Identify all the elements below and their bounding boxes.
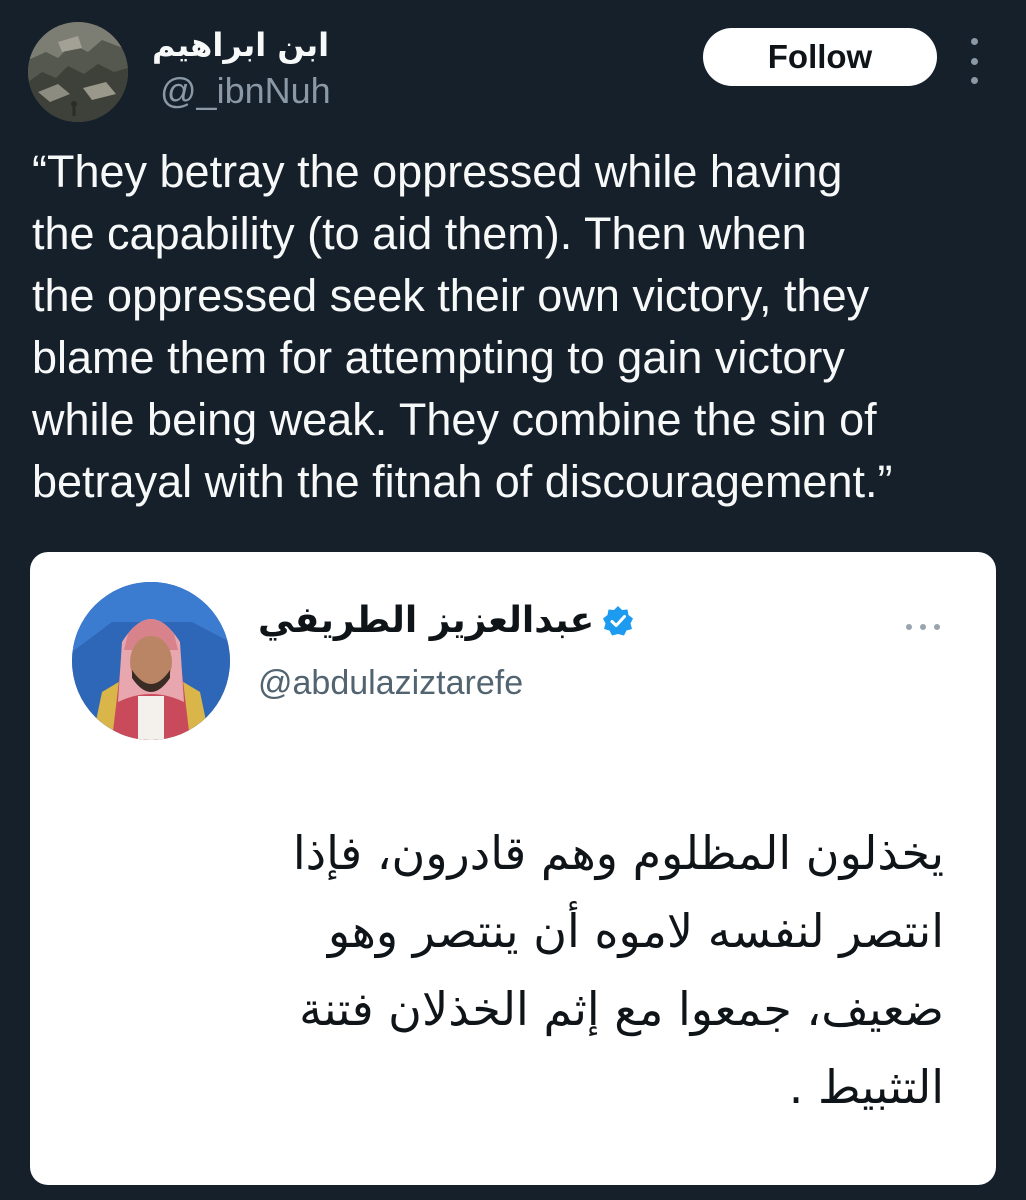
- quoted-text-line: يخذلون المظلوم وهم قادرون، فإذا: [292, 826, 944, 880]
- tweet-text-line: betrayal with the fitnah of discourageme…: [32, 456, 893, 507]
- quoted-tweet-text: يخذلون المظلوم وهم قادرون، فإذا انتصر لن…: [104, 814, 944, 1126]
- author-display-name[interactable]: ابن ابراهيم: [152, 26, 329, 64]
- quoted-text-line: انتصر لنفسه لاموه أن ينتصر وهو: [327, 904, 944, 958]
- tweet-text-line: “They betray the oppressed while having: [32, 146, 843, 197]
- tweet-text-line: blame them for attempting to gain victor…: [32, 332, 845, 383]
- author-handle[interactable]: @_ibnNuh: [160, 70, 331, 112]
- quoted-author-avatar[interactable]: [72, 582, 230, 740]
- quoted-text-line: ضعيف، جمعوا مع إثم الخذلان فتنة: [299, 982, 944, 1036]
- quoted-author-handle[interactable]: @abdulaziztarefe: [258, 664, 523, 703]
- tweet-text-line: the capability (to aid them). Then when: [32, 208, 807, 259]
- tweet-text: “They betray the oppressed while having …: [32, 141, 1002, 513]
- author-avatar[interactable]: [28, 22, 128, 122]
- person-portrait-icon: [72, 582, 230, 740]
- follow-button[interactable]: Follow: [703, 28, 937, 86]
- tweet-header: ابن ابراهيم @_ibnNuh Follow: [0, 0, 1026, 130]
- quoted-text-line: التثبيط .: [788, 1060, 944, 1114]
- more-horizontal-icon[interactable]: [906, 622, 940, 632]
- tweet-text-line: the oppressed seek their own victory, th…: [32, 270, 870, 321]
- quoted-tweet-card[interactable]: عبدالعزيز الطريفي @abdulaziztarefe يخذلو…: [30, 552, 996, 1185]
- more-vertical-icon[interactable]: [960, 38, 988, 84]
- verified-badge-icon: [602, 605, 634, 637]
- rubble-photo-icon: [28, 22, 128, 122]
- quoted-author-display-name[interactable]: عبدالعزيز الطريفي: [258, 600, 594, 641]
- tweet-text-line: while being weak. They combine the sin o…: [32, 394, 877, 445]
- quoted-author-name-row[interactable]: عبدالعزيز الطريفي: [258, 600, 634, 641]
